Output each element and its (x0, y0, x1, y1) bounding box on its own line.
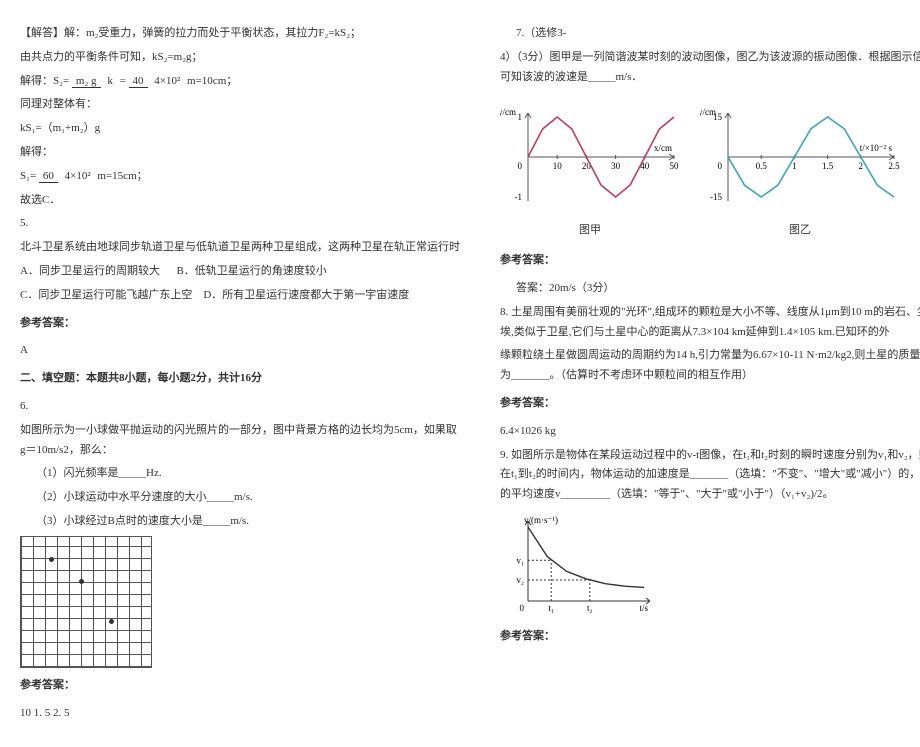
svg-text:2.5: 2.5 (888, 161, 900, 171)
strobe-photo-grid (20, 536, 152, 668)
fraction: m₂ g k (72, 75, 117, 87)
answer-label: 参考答案： (20, 676, 460, 696)
solution-line: 解得： (20, 143, 460, 163)
wave-charts: 1020304050-11y/cmx/cm0 图甲 0.511.522.5-15… (500, 97, 920, 241)
svg-text:0.5: 0.5 (756, 161, 768, 171)
fraction: 40 4×10² (129, 75, 185, 87)
solution-equation: S₁= 60 4×10² m=15cm； (20, 167, 460, 187)
svg-text:y/cm: y/cm (500, 107, 516, 117)
svg-text:0: 0 (718, 161, 723, 171)
chart-yi: 0.511.522.5-1515y/cmt/×10⁻² s0 图乙 (700, 97, 900, 241)
question-text: 缘颗粒绕土星做圆周运动的周期约为14 h,引力常量为6.67×10-11 N·m… (500, 346, 920, 386)
wave-position-chart: 1020304050-11y/cmx/cm0 (500, 97, 680, 217)
question-number: 7.（选修3- (500, 24, 920, 44)
svg-text:-15: -15 (710, 192, 722, 202)
question-number: 6. (20, 397, 460, 417)
question-text: 如图所示为一小球做平抛运动的闪光照片的一部分，图中背景方格的边长均为5cm，如果… (20, 421, 460, 461)
svg-text:v/(m·s⁻¹): v/(m·s⁻¹) (524, 515, 558, 525)
svg-text:v₁: v₁ (516, 555, 524, 565)
svg-text:v₂: v₂ (516, 575, 524, 585)
svg-text:y/cm: y/cm (700, 107, 716, 117)
chart-caption: 图乙 (700, 221, 900, 241)
v-t-chart: t₁ t₂ v₁ v₂ 0 v/(m·s⁻¹) t/s (500, 509, 920, 619)
svg-text:t/s: t/s (639, 603, 648, 613)
answer-label: 参考答案： (500, 251, 920, 271)
svg-text:30: 30 (611, 161, 621, 171)
sub-question-1: （1）闪光频率是_____Hz. (20, 464, 460, 484)
option-a: A．同步卫星运行的周期较大 B．低轨卫星运行的角速度较小 (20, 262, 460, 282)
answer-label: 参考答案： (500, 394, 920, 414)
option-c: C．同步卫星运行可能飞越广东上空 D．所有卫星运行速度都大于第一宇宙速度 (20, 286, 460, 306)
answer-label: 参考答案： (20, 314, 460, 334)
question-text: 4）（3分）图甲是一列简谐波某时刻的波动图像，图乙为该波源的振动图像．根据图示信… (500, 48, 920, 88)
dot (49, 557, 54, 562)
svg-text:1.5: 1.5 (822, 161, 834, 171)
solution-line: 由共点力的平衡条件可知，kS₂=m₂g； (20, 48, 460, 68)
solution-line: 同理对整体有： (20, 95, 460, 115)
answer-value: A (20, 341, 460, 361)
solution-equation: 解得：S₂= m₂ g k = 40 4×10² m=10cm； (20, 72, 460, 92)
dot (79, 579, 84, 584)
right-column: 7.（选修3- 4）（3分）图甲是一列简谐波某时刻的波动图像，图乙为该波源的振动… (500, 20, 920, 727)
question-9: 9. 如图所示是物体在某段运动过程中的v-t图像，在t₁和t₂时刻的瞬时速度分别… (500, 446, 920, 505)
solution-line: kS₁=（m₁+m₂）g (20, 119, 460, 139)
question-number: 5. (20, 214, 460, 234)
sub-question-3: （3）小球经过B点时的速度大小是_____m/s. (20, 512, 460, 532)
solution-text: 【解答】解：m₂受重力，弹簧的拉力而处于平衡状态，其拉力F₂=kS₂； (20, 24, 460, 44)
svg-text:t₂: t₂ (587, 603, 593, 613)
svg-text:0: 0 (518, 161, 523, 171)
answer-value: 6.4×1026 kg (500, 422, 920, 442)
svg-text:t₁: t₁ (548, 603, 554, 613)
sub-question-2: （2）小球运动中水平分速度的大小_____m/s. (20, 488, 460, 508)
fraction: 60 4×10² (39, 170, 95, 182)
section-2-heading: 二、填空题：本题共8小题，每小题2分，共计16分 (20, 369, 460, 389)
chart-jia: 1020304050-11y/cmx/cm0 图甲 (500, 97, 680, 241)
svg-text:t/×10⁻² s: t/×10⁻² s (860, 143, 893, 153)
svg-text:50: 50 (670, 161, 680, 171)
question-text: 8. 土星周围有美丽壮观的"光环",组成环的颗粒是大小不等、线度从1μm到10 … (500, 303, 920, 343)
svg-text:x/cm: x/cm (654, 143, 672, 153)
dot (109, 619, 114, 624)
left-column: 【解答】解：m₂受重力，弹簧的拉力而处于平衡状态，其拉力F₂=kS₂； 由共点力… (20, 20, 460, 727)
question-text: 北斗卫星系统由地球同步轨道卫星与低轨道卫星两种卫星组成，这两种卫星在轨正常运行时 (20, 238, 460, 258)
chart-caption: 图甲 (500, 221, 680, 241)
svg-text:2: 2 (859, 161, 864, 171)
svg-text:1: 1 (792, 161, 797, 171)
page: 【解答】解：m₂受重力，弹簧的拉力而处于平衡状态，其拉力F₂=kS₂； 由共点力… (20, 20, 920, 727)
svg-text:10: 10 (553, 161, 563, 171)
answer-label: 参考答案： (500, 627, 920, 647)
answer-value: 答案：20m/s（3分） (500, 279, 920, 299)
wave-time-chart: 0.511.522.5-1515y/cmt/×10⁻² s0 (700, 97, 900, 217)
svg-text:1: 1 (518, 112, 523, 122)
answer-value: 10 1. 5 2. 5 (20, 704, 460, 724)
v-t-curve: t₁ t₂ v₁ v₂ 0 v/(m·s⁻¹) t/s (500, 509, 660, 619)
solution-conclusion: 故选C． (20, 191, 460, 211)
svg-text:-1: -1 (515, 192, 523, 202)
svg-text:0: 0 (520, 603, 525, 613)
